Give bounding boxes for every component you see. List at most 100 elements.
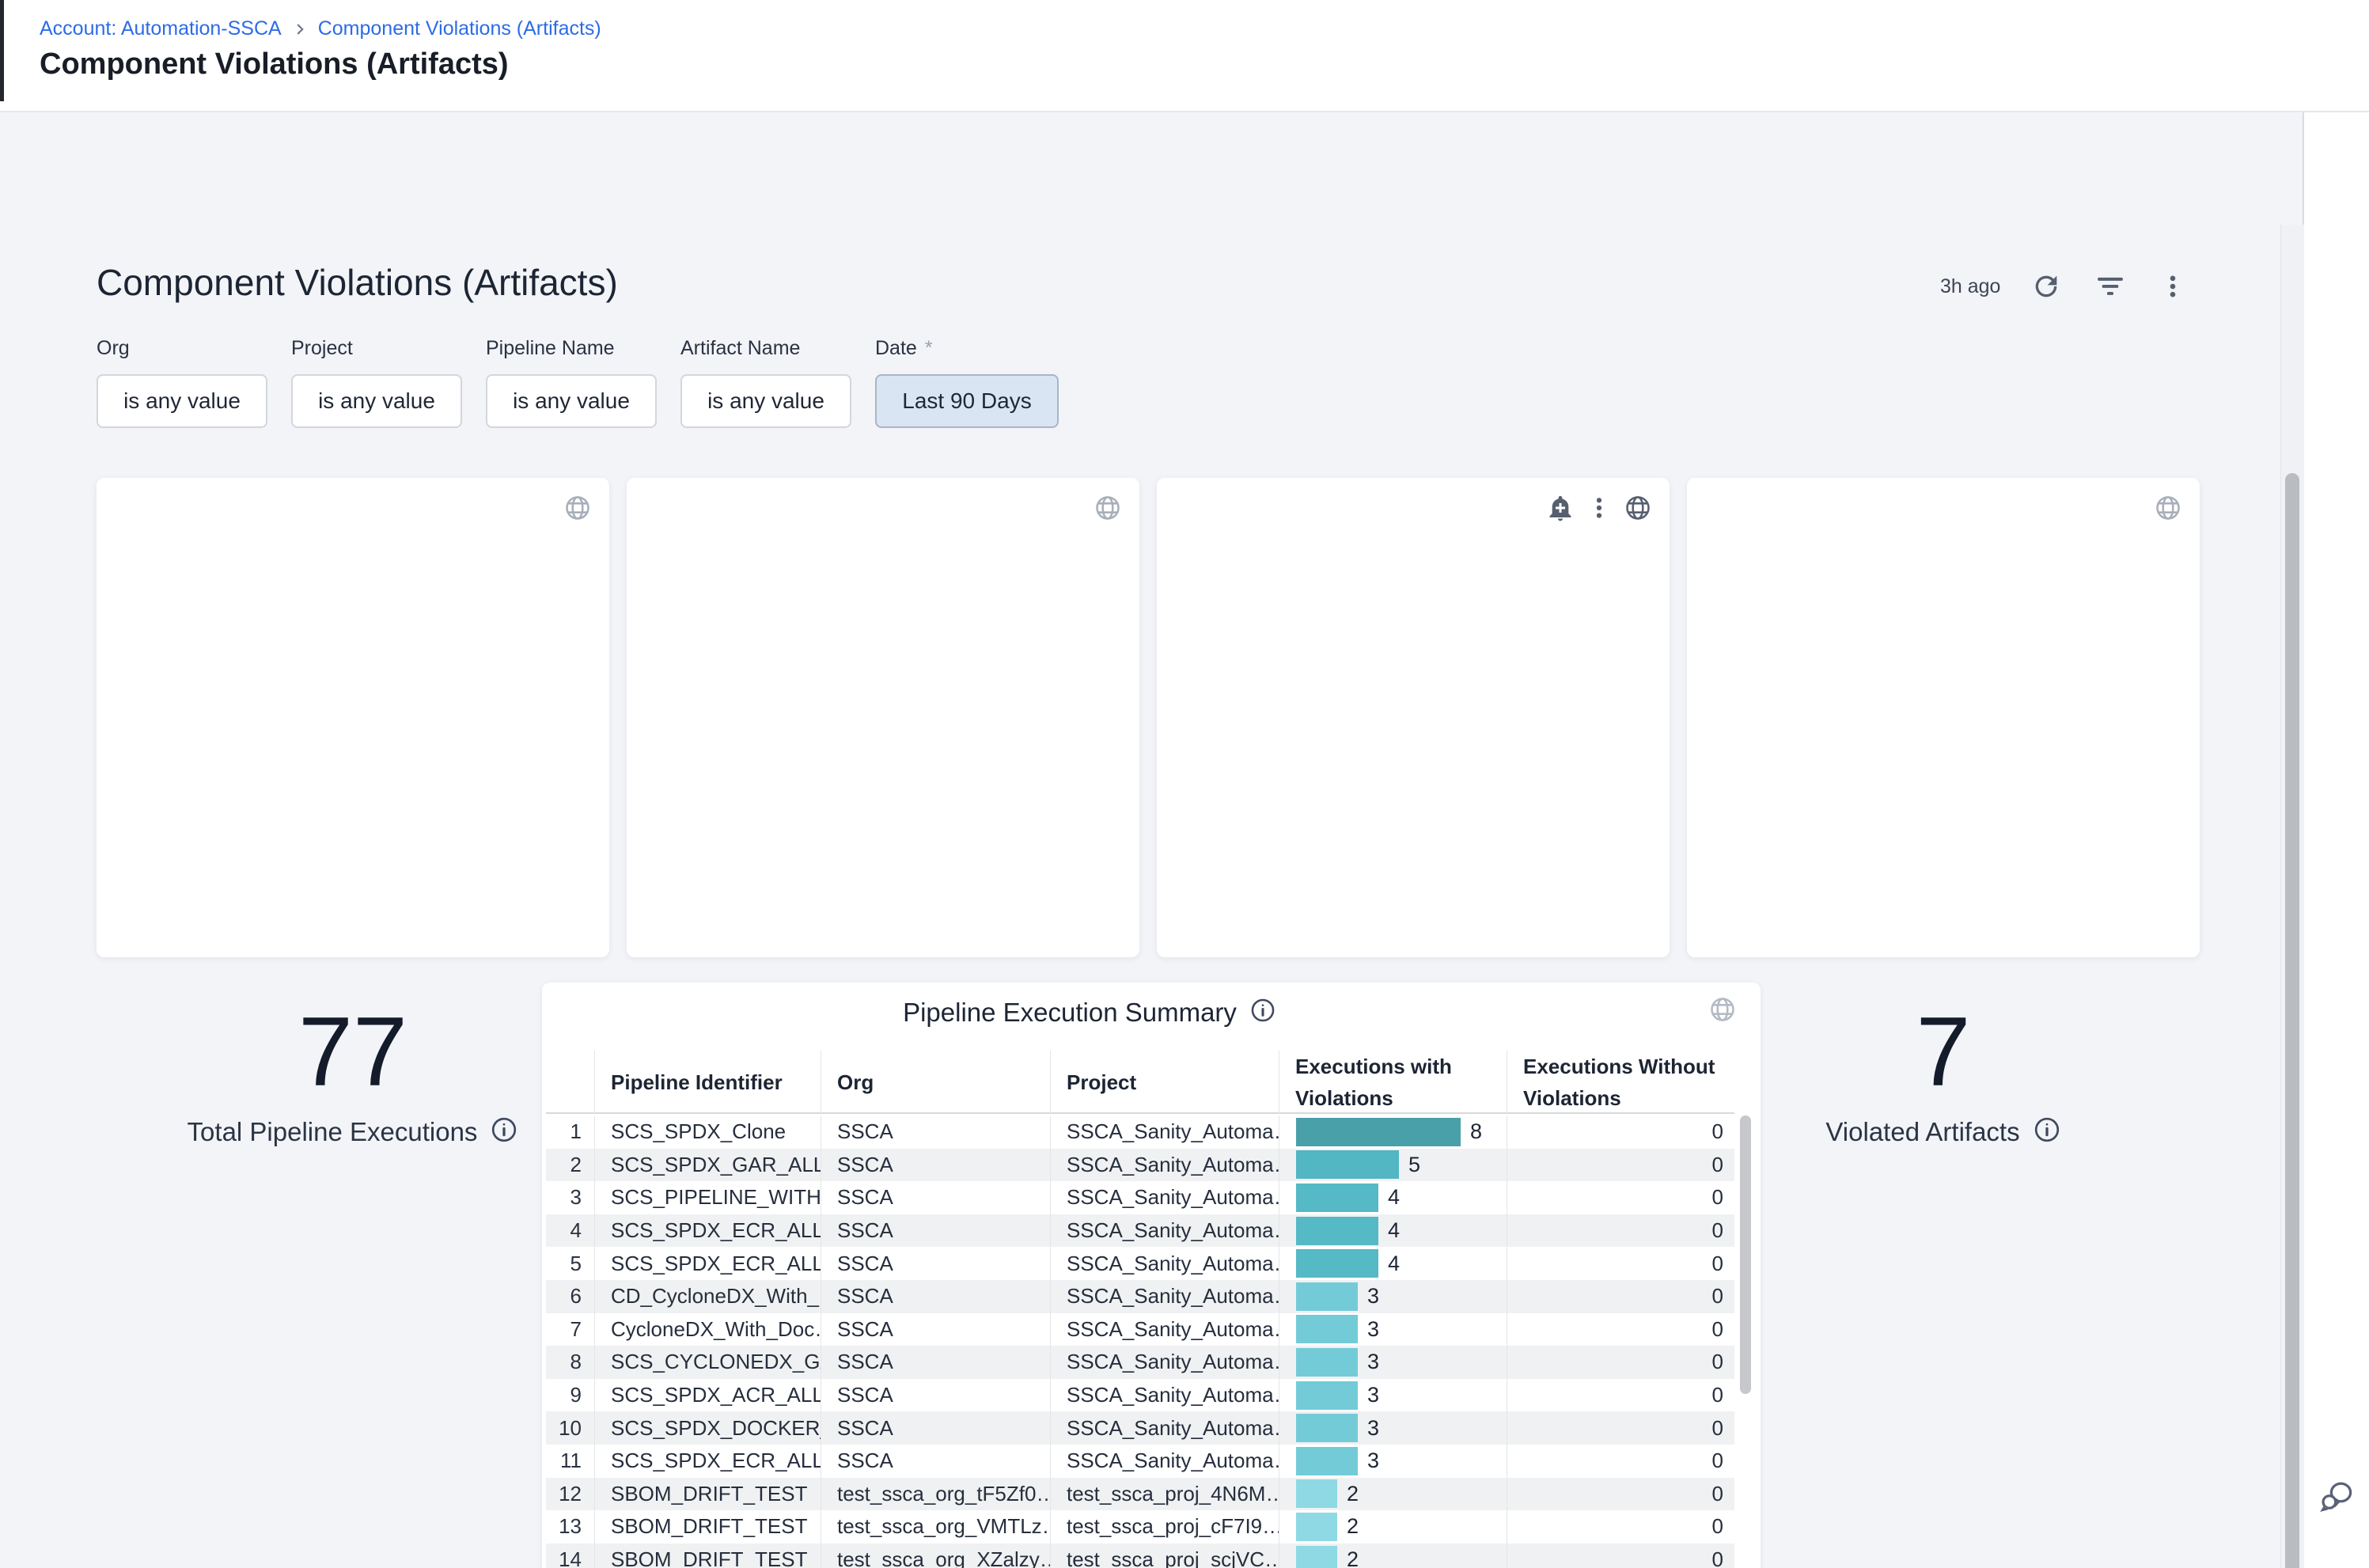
violations-count: 5 <box>1408 1153 1420 1177</box>
info-icon[interactable] <box>1249 997 1276 1028</box>
org-cell: SSCA <box>821 1445 1051 1478</box>
filter-value: Last 90 Days <box>902 388 1031 414</box>
pipeline-identifier-cell: SCS_SPDX_ECR_ALL_… <box>595 1445 821 1478</box>
table-header-row: Pipeline Identifier Org Project Executio… <box>546 1051 1734 1114</box>
filters-button[interactable] <box>2092 268 2128 305</box>
pipeline-identifier-cell: CD_CycloneDX_With_… <box>595 1280 821 1313</box>
org-cell: SSCA <box>821 1379 1051 1412</box>
column-header-org[interactable]: Org <box>821 1051 1051 1114</box>
filter-label-row: Pipeline Name <box>486 337 657 360</box>
info-icon[interactable] <box>2033 1115 2061 1148</box>
violations-bar <box>1296 1414 1358 1442</box>
row-index-cell: 1 <box>546 1115 595 1149</box>
violations-count: 4 <box>1388 1252 1400 1276</box>
filter-value-chip[interactable]: is any value <box>486 374 657 428</box>
violations-bar-cell: 3 <box>1279 1379 1507 1412</box>
org-cell: test_ssca_org_VMTLz… <box>821 1510 1051 1543</box>
project-cell: SSCA_Sanity_Automa… <box>1051 1411 1279 1445</box>
bell-plus-icon[interactable] <box>1546 494 1575 522</box>
table-row: 4 SCS_SPDX_ECR_ALL_… SSCA SSCA_Sanity_Au… <box>546 1214 1734 1248</box>
project-cell: test_ssca_proj_cF7I9… <box>1051 1510 1279 1543</box>
globe-icon[interactable] <box>2154 494 2182 522</box>
filter-label: Org <box>97 337 130 360</box>
chat-launcher-icon[interactable] <box>2315 1476 2356 1517</box>
page-scrollbar-thumb[interactable] <box>2285 473 2299 1568</box>
info-icon[interactable] <box>490 1115 518 1148</box>
violations-count: 3 <box>1367 1449 1379 1473</box>
project-cell: SSCA_Sanity_Automa… <box>1051 1214 1279 1248</box>
violations-bar-cell: 2 <box>1279 1543 1507 1568</box>
pipeline-identifier-cell: SCS_SPDX_ACR_ALL… <box>595 1379 821 1412</box>
table-row: 5 SCS_SPDX_ECR_ALL_… SSCA SSCA_Sanity_Au… <box>546 1247 1734 1280</box>
chevron-right-icon <box>291 21 309 38</box>
table-title-row: Pipeline Execution Summary <box>542 997 1699 1028</box>
violations-count: 4 <box>1388 1185 1400 1210</box>
project-cell: SSCA_Sanity_Automa… <box>1051 1313 1279 1346</box>
page-header: Account: Automation-SSCA Component Viola… <box>0 0 2369 112</box>
row-index-header <box>546 1051 595 1114</box>
project-cell: test_ssca_proj_4N6M… <box>1051 1478 1279 1511</box>
column-header-project[interactable]: Project <box>1051 1051 1279 1114</box>
org-cell: SSCA <box>821 1280 1051 1313</box>
filter-label-row: Org <box>97 337 267 360</box>
filter-value-chip[interactable]: is any value <box>291 374 462 428</box>
row-index-cell: 2 <box>546 1149 595 1182</box>
globe-icon[interactable] <box>1708 995 1737 1028</box>
column-header-with-violations[interactable]: Executions with Violations <box>1279 1051 1507 1114</box>
violations-bar-cell: 2 <box>1279 1510 1507 1543</box>
filter-value-chip[interactable]: is any value <box>97 374 267 428</box>
globe-icon[interactable] <box>563 494 592 522</box>
table-row: 13 SBOM_DRIFT_TEST test_ssca_org_VMTLz… … <box>546 1510 1734 1543</box>
filter-group: Pipeline Name is any value <box>486 337 657 428</box>
without-violations-cell: 0 <box>1507 1478 1734 1511</box>
card-actions <box>563 494 592 522</box>
column-header-without-violations[interactable]: Executions Without Violations <box>1507 1051 1734 1114</box>
filter-bar: Org is any value Project is any value Pi… <box>97 337 1059 428</box>
project-cell: SSCA_Sanity_Automa… <box>1051 1149 1279 1182</box>
table-row: 10 SCS_SPDX_DOCKER_… SSCA SSCA_Sanity_Au… <box>546 1411 1734 1445</box>
project-cell: SSCA_Sanity_Automa… <box>1051 1247 1279 1280</box>
filter-value-chip[interactable]: is any value <box>680 374 851 428</box>
kpi-label: Violated Artifacts <box>1825 1117 2019 1147</box>
violations-bar <box>1296 1348 1358 1377</box>
table-row: 7 CycloneDX_With_Doc… SSCA SSCA_Sanity_A… <box>546 1313 1734 1346</box>
filter-label: Artifact Name <box>680 337 800 360</box>
globe-icon[interactable] <box>1624 494 1652 522</box>
row-index-cell: 13 <box>546 1510 595 1543</box>
table-scrollbar-thumb[interactable] <box>1740 1115 1751 1394</box>
kebab-icon[interactable] <box>1586 494 1613 521</box>
globe-icon[interactable] <box>1094 494 1122 522</box>
without-violations-cell: 0 <box>1507 1149 1734 1182</box>
pipeline-identifier-cell: SCS_SPDX_ECR_ALL_… <box>595 1247 821 1280</box>
filter-value: is any value <box>707 388 824 414</box>
violations-count: 3 <box>1367 1350 1379 1374</box>
breadcrumb-account-link[interactable]: Account: Automation-SSCA <box>40 17 282 40</box>
table-row: 11 SCS_SPDX_ECR_ALL_… SSCA SSCA_Sanity_A… <box>546 1445 1734 1478</box>
row-index-cell: 14 <box>546 1543 595 1568</box>
pipeline-identifier-cell: SCS_SPDX_Clone <box>595 1115 821 1149</box>
violations-bar-cell: 4 <box>1279 1214 1507 1248</box>
breadcrumb-page-link[interactable]: Component Violations (Artifacts) <box>318 17 601 40</box>
refresh-button[interactable] <box>2027 267 2065 305</box>
filter-label: Project <box>291 337 353 360</box>
project-cell: SSCA_Sanity_Automa… <box>1051 1280 1279 1313</box>
column-header-pipeline[interactable]: Pipeline Identifier <box>595 1051 821 1114</box>
project-cell: SSCA_Sanity_Automa… <box>1051 1181 1279 1214</box>
filter-value: is any value <box>513 388 630 414</box>
kpi-value: 7 <box>1687 1003 2200 1101</box>
violations-bar-cell: 4 <box>1279 1181 1507 1214</box>
violations-count: 3 <box>1367 1383 1379 1407</box>
pipeline-identifier-cell: SBOM_DRIFT_TEST <box>595 1510 821 1543</box>
filter-value-chip[interactable]: Last 90 Days <box>875 374 1059 428</box>
without-violations-cell: 0 <box>1507 1411 1734 1445</box>
violations-bar-cell: 8 <box>1279 1115 1507 1149</box>
pipeline-identifier-cell: SBOM_DRIFT_TEST <box>595 1543 821 1568</box>
table-row: 6 CD_CycloneDX_With_… SSCA SSCA_Sanity_A… <box>546 1280 1734 1313</box>
violations-count: 2 <box>1347 1482 1359 1506</box>
violations-bar-cell: 3 <box>1279 1280 1507 1313</box>
project-cell: test_ssca_proj_scjVC… <box>1051 1543 1279 1568</box>
without-violations-cell: 0 <box>1507 1181 1734 1214</box>
kpi-card: 7 Total Artifacts Evaluated <box>1157 478 1670 957</box>
more-menu-button[interactable] <box>2155 269 2190 304</box>
dashboard-title: Component Violations (Artifacts) <box>97 261 618 304</box>
